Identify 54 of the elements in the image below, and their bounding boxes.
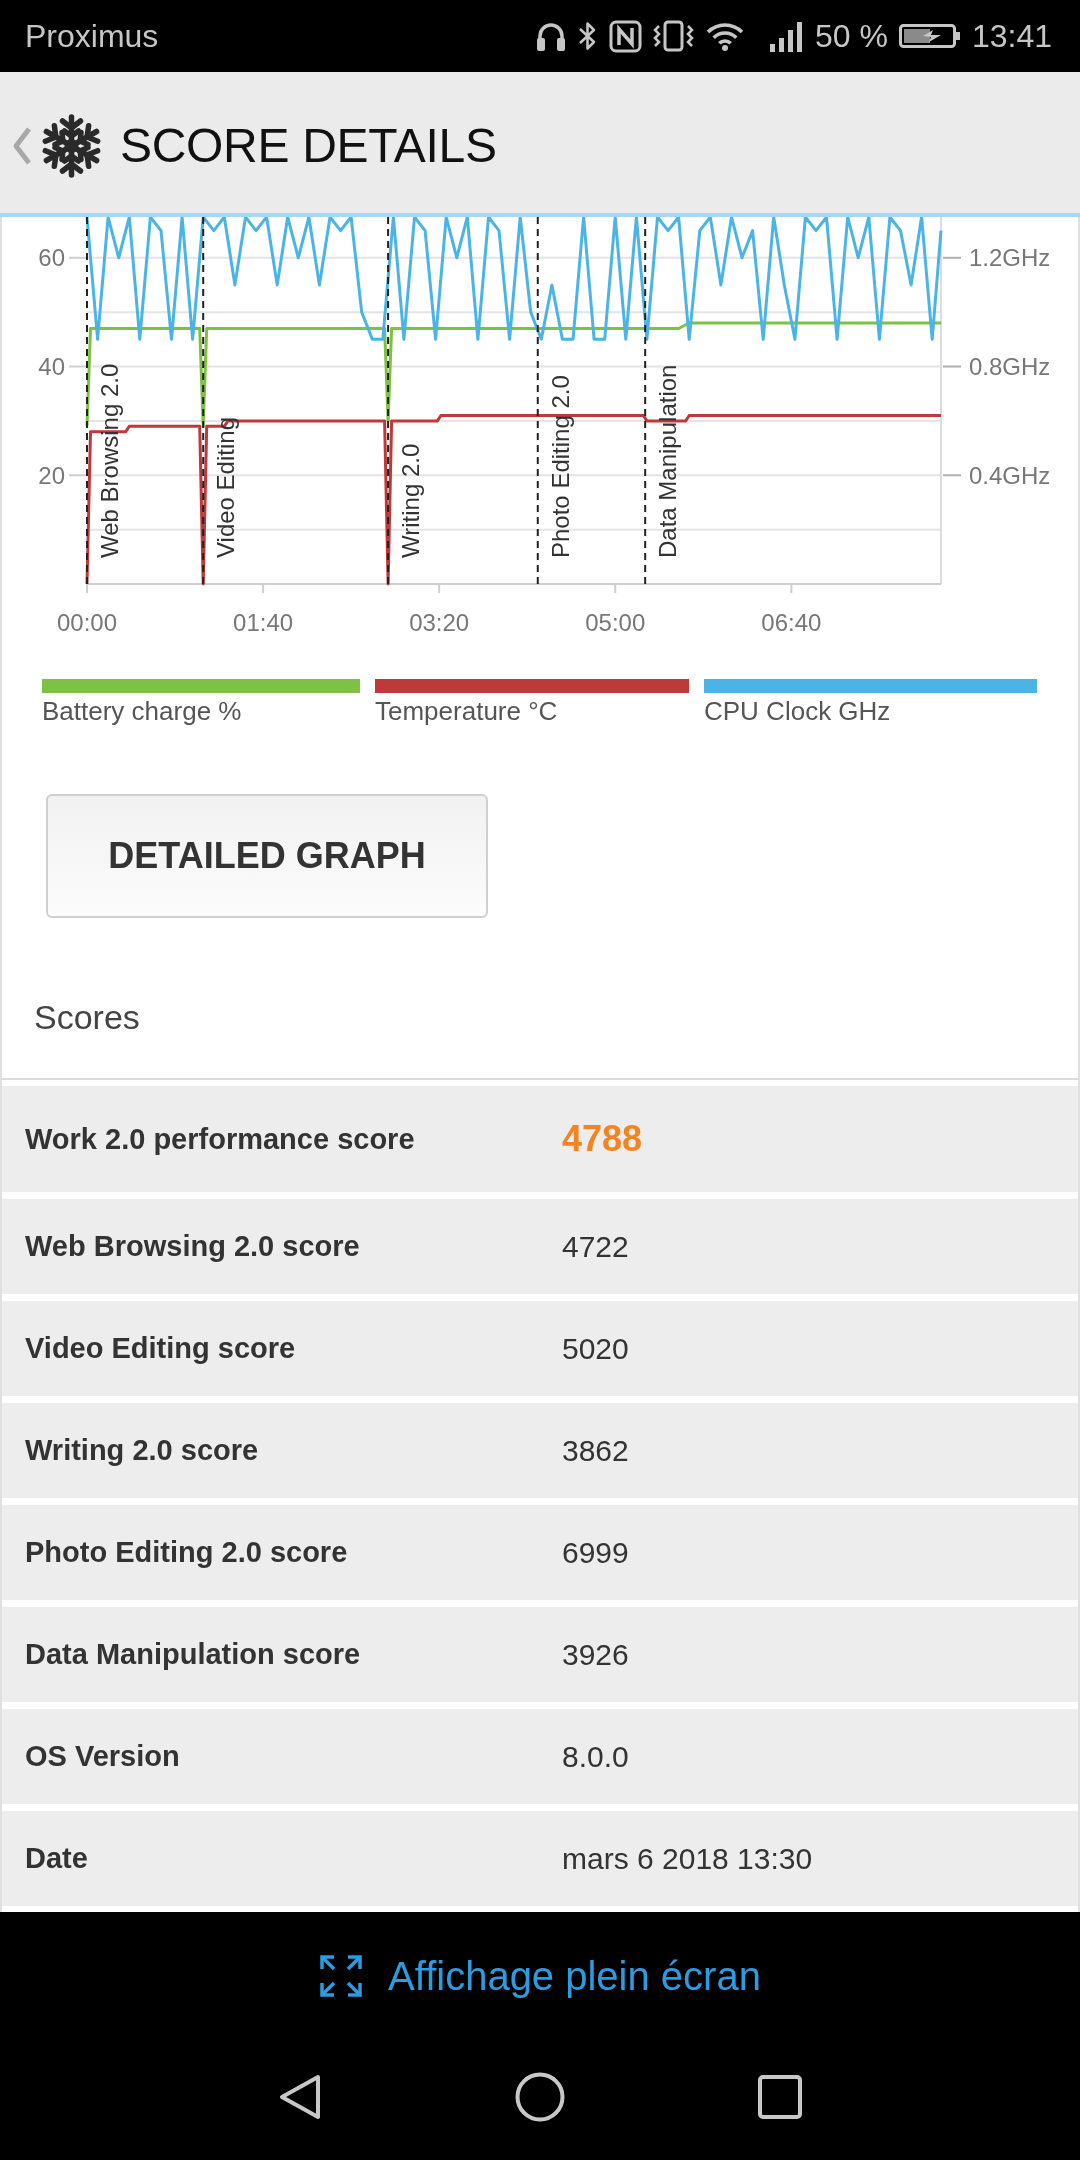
nav-recents-icon[interactable] xyxy=(758,2075,802,2119)
score-value: 4722 xyxy=(562,1229,629,1264)
phase-label: Photo Editing 2.0 xyxy=(546,375,574,558)
score-value: 3862 xyxy=(562,1433,629,1468)
y-axis-label: 1.2GHz xyxy=(969,244,1051,272)
legend-label: CPU Clock GHz xyxy=(704,695,892,727)
vibrate-icon xyxy=(653,20,694,52)
detailed-graph-button[interactable]: DETAILED GRAPH xyxy=(46,794,488,918)
score-label: Photo Editing 2.0 score xyxy=(25,1536,348,1568)
x-axis-label: 01:40 xyxy=(233,608,294,636)
x-axis-label: 05:00 xyxy=(585,608,646,636)
score-label: OS Version xyxy=(25,1740,180,1772)
phase-label: Video Editing xyxy=(212,417,240,558)
chevron-icon xyxy=(12,125,32,166)
battery-charging-icon xyxy=(898,24,961,48)
phase-label: Web Browsing 2.0 xyxy=(96,363,123,558)
expand-icon xyxy=(319,1954,364,1998)
score-value: 4788 xyxy=(562,1118,643,1160)
nav-back-icon[interactable] xyxy=(278,2073,322,2121)
score-value: 5020 xyxy=(562,1331,629,1366)
legend-label: Battery charge % xyxy=(42,695,243,727)
score-label: Video Editing score xyxy=(25,1332,296,1364)
score-value: 3926 xyxy=(562,1637,629,1672)
y-axis-label: 0.8GHz xyxy=(969,353,1051,380)
y-axis-label: 0.4GHz xyxy=(969,461,1051,489)
phase-label: Data Manipulation xyxy=(654,364,682,558)
bluetooth-icon xyxy=(577,20,598,52)
fullscreen-button[interactable]: Affichage plein écran xyxy=(319,1950,761,2002)
score-label: Writing 2.0 score xyxy=(25,1434,259,1466)
legend-label: Temperature °C xyxy=(375,695,559,727)
y-axis-label: 60 xyxy=(38,244,65,272)
wifi-icon xyxy=(705,20,745,52)
score-label: Data Manipulation score xyxy=(25,1638,361,1670)
score-label: Date xyxy=(25,1842,88,1874)
carrier-name: Proximus xyxy=(25,17,160,55)
nfc-icon xyxy=(609,19,642,53)
y-axis-label: 40 xyxy=(38,353,65,380)
x-axis-label: 06:40 xyxy=(761,608,822,636)
score-label: Work 2.0 performance score xyxy=(25,1122,415,1155)
page-title: SCORE DETAILS xyxy=(120,118,497,173)
x-axis-label: 03:20 xyxy=(409,608,470,636)
score-value: mars 6 2018 13:30 xyxy=(562,1841,813,1876)
score-value: 6999 xyxy=(562,1535,629,1570)
signal-icon xyxy=(770,20,804,52)
clock-time: 13:41 xyxy=(971,17,1052,55)
y-axis-label: 20 xyxy=(38,461,65,489)
score-value: 8.0.0 xyxy=(562,1739,629,1774)
score-label: Web Browsing 2.0 score xyxy=(25,1230,360,1262)
headphones-icon xyxy=(536,20,566,52)
section-heading: Scores xyxy=(34,997,140,1038)
battery-percent: 50 % xyxy=(815,17,888,55)
nav-home-icon[interactable] xyxy=(515,2072,565,2122)
phase-label: Writing 2.0 xyxy=(397,443,425,558)
x-axis-label: 00:00 xyxy=(56,608,118,636)
